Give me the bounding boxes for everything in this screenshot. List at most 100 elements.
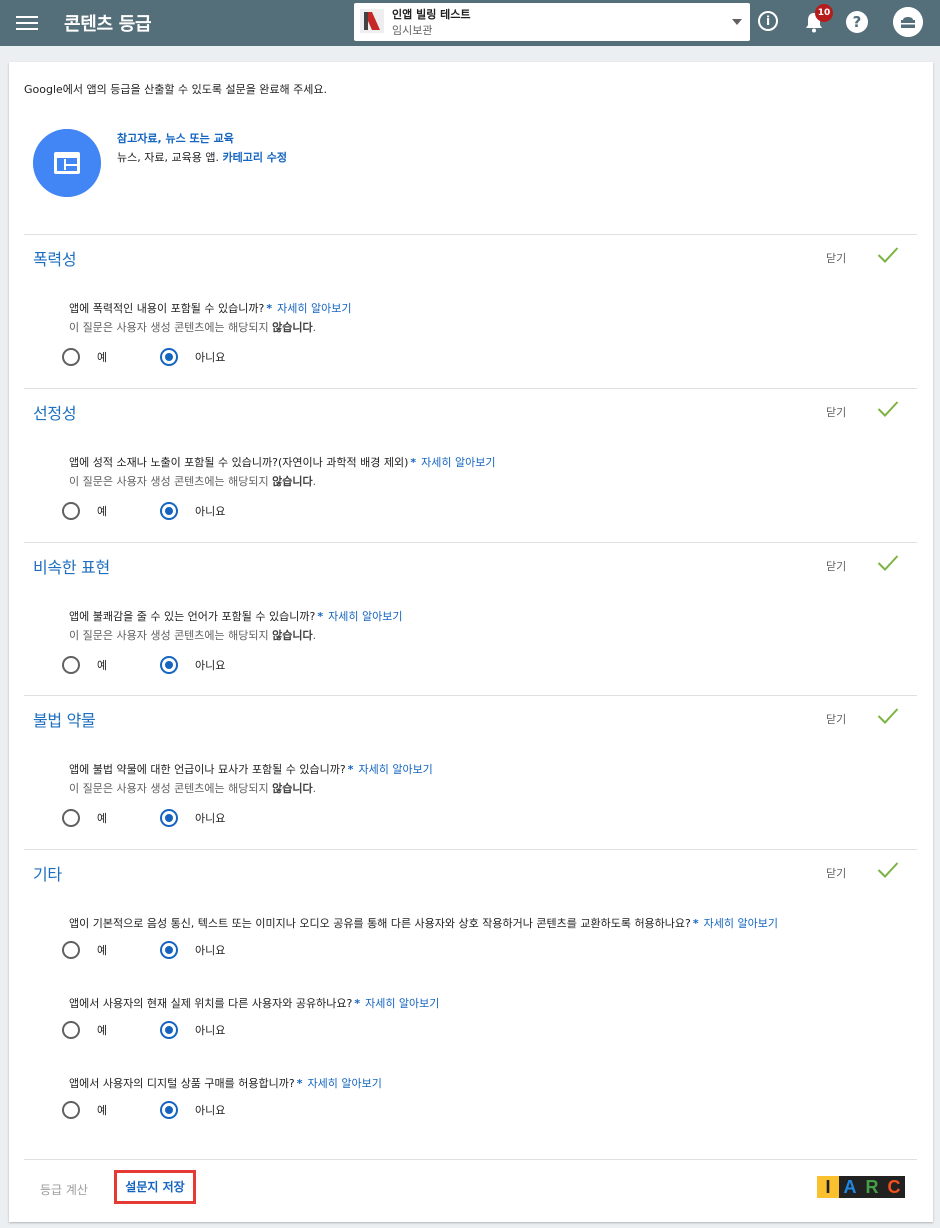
iarc-letter: I	[817, 1176, 839, 1198]
info-icon[interactable]: i	[758, 11, 778, 31]
question-text: 앱에서 사용자의 디지털 상품 구매를 허용합니까? * 자세히 알아보기	[69, 1075, 382, 1091]
page-title: 콘텐츠 등급	[64, 14, 152, 35]
required-marker: *	[354, 997, 361, 1010]
section-close-button[interactable]: 닫기	[826, 865, 846, 881]
note-emphasis: 않습니다	[272, 629, 313, 642]
note-suffix: .	[312, 782, 317, 795]
iarc-letter: C	[883, 1176, 905, 1198]
note-emphasis: 않습니다	[272, 475, 313, 488]
section-close-button[interactable]: 닫기	[826, 404, 846, 420]
edit-category-link[interactable]: 카테고리 수정	[222, 151, 287, 164]
required-marker: *	[692, 917, 699, 930]
radio-yes-label: 예	[97, 812, 108, 825]
note-emphasis: 않습니다	[272, 782, 313, 795]
app-logo-icon	[360, 9, 384, 33]
question-text: 앱에 폭력적인 내용이 포함될 수 있습니까? * 자세히 알아보기	[69, 300, 351, 316]
question-label: 앱에서 사용자의 현재 실제 위치를 다른 사용자와 공유하나요?	[69, 997, 353, 1010]
section-title: 불법 약물	[33, 711, 96, 730]
question-note: 이 질문은 사용자 생성 콘텐츠에는 해당되지 않습니다.	[69, 627, 316, 643]
section-title: 기타	[33, 865, 62, 884]
menu-icon[interactable]	[16, 12, 38, 34]
radio-no[interactable]	[160, 809, 178, 827]
question-text: 앱에 불쾌감을 줄 수 있는 언어가 포함될 수 있습니까? * 자세히 알아보기	[69, 608, 402, 624]
learn-more-link[interactable]: 자세히 알아보기	[365, 997, 439, 1010]
note-text: 이 질문은 사용자 생성 콘텐츠에는 해당되지	[69, 629, 269, 642]
notification-badge: 10	[815, 4, 833, 22]
radio-yes[interactable]	[62, 1101, 80, 1119]
radio-yes[interactable]	[62, 941, 80, 959]
radio-no[interactable]	[160, 941, 178, 959]
section-title: 폭력성	[33, 250, 77, 269]
radio-no-label: 아니요	[195, 659, 226, 672]
app-status: 임시보관	[392, 24, 433, 37]
radio-yes[interactable]	[62, 1021, 80, 1039]
radio-no[interactable]	[160, 1021, 178, 1039]
section-close-button[interactable]: 닫기	[826, 558, 846, 574]
question-text: 앱에 성적 소재나 노출이 포함될 수 있습니까?(자연이나 과학적 배경 제외…	[69, 454, 495, 470]
question-label: 앱에서 사용자의 디지털 상품 구매를 허용합니까?	[69, 1077, 295, 1090]
radio-yes[interactable]	[62, 502, 80, 520]
required-marker: *	[296, 1077, 303, 1090]
section-divider	[24, 542, 917, 543]
rating-section: 폭력성 닫기앱에 폭력적인 내용이 포함될 수 있습니까? * 자세히 알아보기이 질…	[24, 234, 917, 388]
check-icon	[877, 401, 899, 417]
note-emphasis: 않습니다	[272, 321, 313, 334]
rating-section: 비속한 표현 닫기 앱에 불쾌감을 줄 수 있는 언어가 포함될 수 있습니까? * 자…	[24, 542, 917, 695]
question-text: 앱에 불법 약물에 대한 언급이나 묘사가 포함될 수 있습니까? * 자세히 알아…	[69, 761, 433, 777]
section-close-button[interactable]: 닫기	[826, 250, 846, 266]
question-label: 앱이 기본적으로 음성 통신, 텍스트 또는 이미지나 오디오 공유를 통해 다…	[69, 917, 691, 930]
learn-more-link[interactable]: 자세히 알아보기	[358, 763, 432, 776]
question-note: 이 질문은 사용자 생성 콘텐츠에는 해당되지 않습니다.	[69, 780, 316, 796]
radio-yes-label: 예	[97, 1024, 108, 1037]
check-icon	[877, 708, 899, 724]
required-marker: *	[410, 456, 417, 469]
question-note: 이 질문은 사용자 생성 콘텐츠에는 해당되지 않습니다.	[69, 319, 316, 335]
radio-no-label: 아니요	[195, 351, 226, 364]
radio-no-label: 아니요	[195, 1024, 226, 1037]
note-text: 이 질문은 사용자 생성 콘텐츠에는 해당되지	[69, 321, 269, 334]
radio-yes[interactable]	[62, 656, 80, 674]
question-label: 앱에 불쾌감을 줄 수 있는 언어가 포함될 수 있습니까?	[69, 610, 316, 623]
radio-yes[interactable]	[62, 348, 80, 366]
radio-no-label: 아니요	[195, 944, 226, 957]
radio-yes[interactable]	[62, 809, 80, 827]
learn-more-link[interactable]: 자세히 알아보기	[704, 917, 778, 930]
app-name: 인앱 빌링 테스트	[392, 8, 471, 21]
calculate-rating-button[interactable]: 등급 계산	[40, 1181, 88, 1198]
radio-no[interactable]	[160, 656, 178, 674]
intro-text: Google에서 앱의 등급을 산출할 수 있도록 설문을 완료해 주세요.	[24, 83, 328, 96]
required-marker: *	[317, 610, 324, 623]
section-close-button[interactable]: 닫기	[826, 711, 846, 727]
question-label: 앱에 폭력적인 내용이 포함될 수 있습니까?	[69, 302, 265, 315]
footer-divider	[24, 1159, 917, 1160]
help-icon[interactable]: ?	[846, 11, 868, 33]
iarc-logo: I A R C	[817, 1176, 905, 1198]
radio-no[interactable]	[160, 348, 178, 366]
required-marker: *	[266, 302, 273, 315]
account-avatar[interactable]	[893, 7, 923, 37]
radio-no-label: 아니요	[195, 1104, 226, 1117]
check-icon	[877, 247, 899, 263]
radio-no-label: 아니요	[195, 505, 226, 518]
section-divider	[24, 695, 917, 696]
check-icon	[877, 555, 899, 571]
app-selector[interactable]: 인앱 빌링 테스트 임시보관	[354, 3, 750, 41]
category-title: 참고자료, 뉴스 또는 교육	[117, 132, 234, 145]
learn-more-link[interactable]: 자세히 알아보기	[328, 610, 402, 623]
note-suffix: .	[312, 629, 317, 642]
radio-no[interactable]	[160, 1101, 178, 1119]
radio-yes-label: 예	[97, 944, 108, 957]
section-title: 선정성	[33, 404, 77, 423]
radio-no-label: 아니요	[195, 812, 226, 825]
radio-no[interactable]	[160, 502, 178, 520]
save-questionnaire-button[interactable]: 설문지 저장	[114, 1170, 196, 1204]
question-note: 이 질문은 사용자 생성 콘텐츠에는 해당되지 않습니다.	[69, 473, 316, 489]
learn-more-link[interactable]: 자세히 알아보기	[277, 302, 351, 315]
learn-more-link[interactable]: 자세히 알아보기	[421, 456, 495, 469]
learn-more-link[interactable]: 자세히 알아보기	[308, 1077, 382, 1090]
note-suffix: .	[312, 475, 317, 488]
note-suffix: .	[312, 321, 317, 334]
radio-yes-label: 예	[97, 659, 108, 672]
category-web-icon	[33, 129, 101, 197]
rating-section: 선정성 닫기앱에 성적 소재나 노출이 포함될 수 있습니까?(자연이나 과학적 …	[24, 388, 917, 542]
